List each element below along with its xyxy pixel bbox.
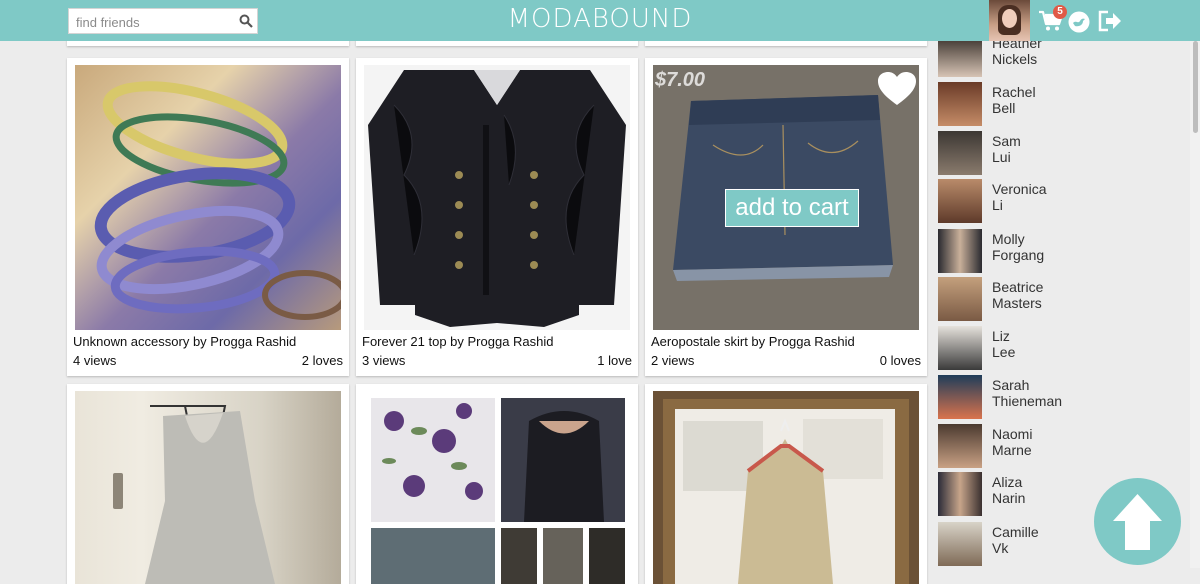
cart-count-badge: 5 — [1053, 5, 1067, 19]
bird-icon[interactable] — [1068, 11, 1090, 33]
item-photo-floral-collage[interactable] — [364, 391, 630, 584]
heart-icon[interactable] — [877, 71, 917, 107]
friend-item[interactable]: Molly Forgang — [938, 229, 1178, 275]
friend-last-name: Thieneman — [992, 393, 1063, 409]
item-card[interactable] — [645, 384, 927, 584]
friend-last-name: Nickels — [992, 51, 1038, 67]
logout-icon[interactable] — [1098, 10, 1122, 32]
scroll-to-top-button[interactable] — [1094, 478, 1181, 565]
friend-item[interactable]: Sarah Thieneman — [938, 375, 1178, 421]
item-photo-denim-skirt[interactable]: $7.00 add to cart — [653, 65, 919, 330]
item-photo-gray-dress[interactable] — [75, 391, 341, 584]
friend-first-name: Sam — [992, 133, 1021, 149]
friend-item[interactable]: Beatrice Masters — [938, 277, 1178, 323]
friend-avatar[interactable] — [938, 131, 982, 175]
scrollbar-thumb[interactable] — [1193, 41, 1198, 133]
item-loves: 2 loves — [301, 353, 343, 368]
item-photo-lace-shirt[interactable] — [653, 391, 919, 584]
friend-first-name: Naomi — [992, 426, 1033, 442]
friend-last-name: Bell — [992, 100, 1016, 116]
item-loves: 0 loves — [879, 353, 921, 368]
friend-avatar[interactable] — [938, 179, 982, 223]
item-views: 4 views — [73, 353, 117, 368]
item-views: 2 views — [651, 353, 695, 368]
friend-last-name: Li — [992, 197, 1003, 213]
friend-first-name: Molly — [992, 231, 1025, 247]
add-to-cart-button[interactable]: add to cart — [725, 189, 859, 227]
friend-first-name: Camille — [992, 524, 1039, 540]
friend-first-name: Rachel — [992, 84, 1036, 100]
friend-avatar[interactable] — [938, 41, 982, 77]
item-card[interactable]: Unknown accessory by Progga Rashid 4 vie… — [67, 58, 349, 376]
friend-last-name: Vk — [992, 540, 1009, 556]
friend-item[interactable]: Rachel Bell — [938, 82, 1178, 128]
item-card[interactable] — [67, 384, 349, 584]
friend-first-name: Liz — [992, 328, 1010, 344]
friend-avatar[interactable] — [938, 229, 982, 273]
friend-avatar[interactable] — [938, 326, 982, 370]
item-card[interactable]: $7.00 add to cart Aeropostale skirt by P… — [645, 58, 927, 376]
item-loves: 1 love — [597, 353, 632, 368]
item-photo-bracelets[interactable] — [75, 65, 341, 330]
item-caption[interactable]: Unknown accessory by Progga Rashid — [73, 334, 296, 349]
friend-first-name: Heather — [992, 41, 1042, 51]
item-views: 3 views — [362, 353, 406, 368]
friend-avatar[interactable] — [938, 375, 982, 419]
friend-last-name: Marne — [992, 442, 1032, 458]
friend-item[interactable]: Heather Nickels — [938, 41, 1178, 79]
friend-last-name: Forgang — [992, 247, 1045, 263]
friend-item[interactable]: Sam Lui — [938, 131, 1178, 177]
friend-last-name: Masters — [992, 295, 1042, 311]
friend-last-name: Lee — [992, 344, 1016, 360]
item-card[interactable]: Forever 21 top by Progga Rashid 3 views … — [356, 58, 638, 376]
friend-item[interactable]: Veronica Li — [938, 179, 1178, 225]
item-card[interactable] — [356, 384, 638, 584]
price-tag: $7.00 — [655, 69, 706, 91]
friend-avatar[interactable] — [938, 472, 982, 516]
arrow-up-icon — [1113, 494, 1162, 550]
friend-item[interactable]: Naomi Marne — [938, 424, 1178, 470]
friend-avatar[interactable] — [938, 277, 982, 321]
friend-first-name: Veronica — [992, 181, 1047, 197]
item-caption[interactable]: Forever 21 top by Progga Rashid — [362, 334, 554, 349]
friend-avatar[interactable] — [938, 424, 982, 468]
friend-first-name: Beatrice — [992, 279, 1044, 295]
friend-last-name: Lui — [992, 149, 1011, 165]
friend-avatar[interactable] — [938, 522, 982, 566]
item-photo-lace-top[interactable] — [364, 65, 630, 330]
friend-avatar[interactable] — [938, 82, 982, 126]
friend-first-name: Sarah — [992, 377, 1030, 393]
friend-item[interactable]: Liz Lee — [938, 326, 1178, 372]
item-caption[interactable]: Aeropostale skirt by Progga Rashid — [651, 334, 855, 349]
user-avatar[interactable] — [989, 0, 1030, 41]
friend-first-name: Aliza — [992, 474, 1023, 490]
friend-last-name: Narin — [992, 490, 1026, 506]
top-bar: MODABOUND 5 — [0, 0, 1200, 41]
